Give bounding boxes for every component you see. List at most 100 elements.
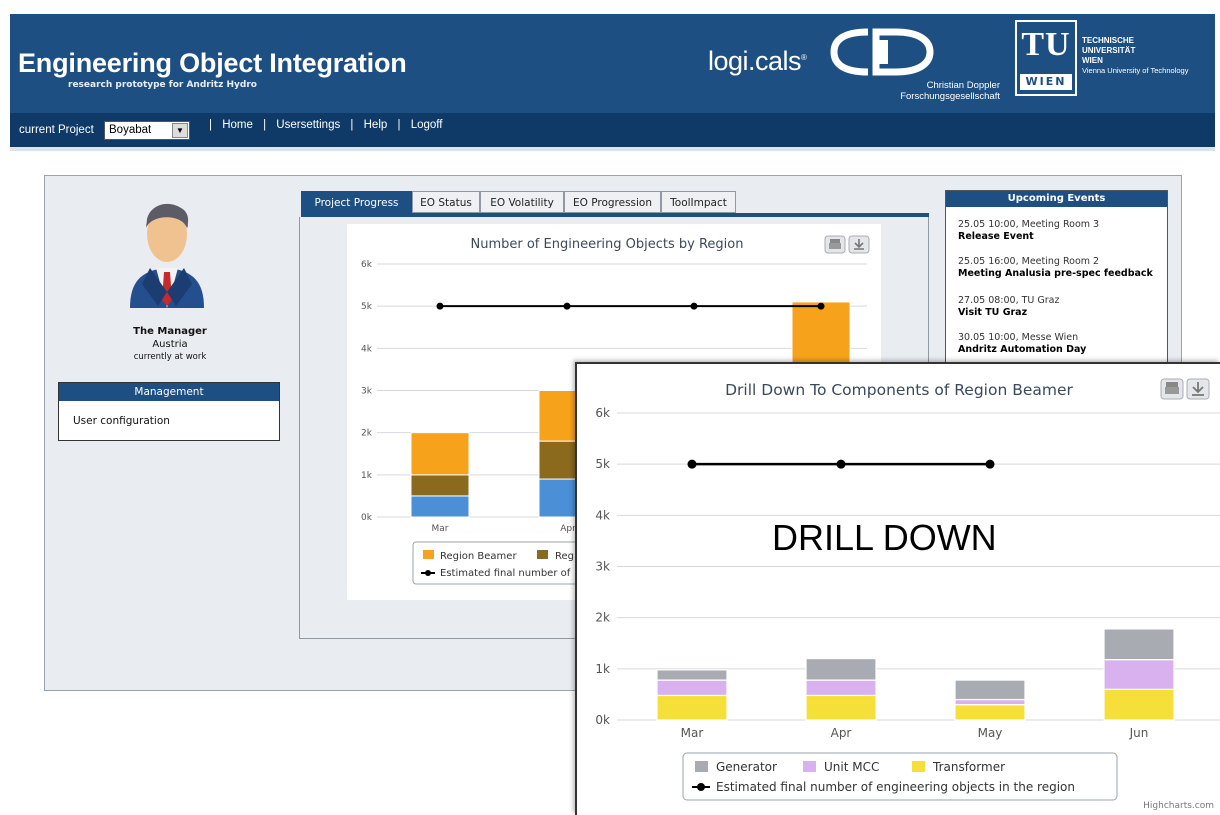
- chart-title: Drill Down To Components of Region Beame…: [725, 381, 1073, 399]
- management-panel: Management User configuration: [58, 382, 280, 441]
- y-tick-label: 1k: [595, 662, 610, 676]
- legend-swatch-unit-mcc: [803, 761, 816, 772]
- line-point[interactable]: [817, 302, 825, 310]
- cd-emblem-icon: [830, 28, 934, 76]
- download-icon[interactable]: [848, 235, 870, 254]
- event-date: 25.05 10:00, Meeting Room 3: [958, 219, 1100, 230]
- legend-label-generator: Generator: [716, 760, 777, 774]
- logicals-logo: logi.cals®: [708, 46, 807, 76]
- nav-home-link[interactable]: Home: [222, 119, 253, 131]
- nav-bar: current Project Boyabat ▼ | Home | Users…: [10, 113, 1215, 147]
- bar-segment[interactable]: [954, 704, 1026, 721]
- project-select-value: Boyabat: [109, 124, 152, 136]
- nav-logoff-link[interactable]: Logoff: [411, 119, 443, 131]
- tu-logo-letters: TU: [1021, 26, 1071, 63]
- profile-info: The Manager Austria currently at work: [60, 325, 280, 363]
- tu-wien-logo: TU WIEN: [1015, 20, 1077, 96]
- y-tick-label: 3k: [361, 387, 373, 397]
- y-tick-label: 6k: [361, 260, 373, 270]
- christian-doppler-logo: Christian Doppler Forschungsgesellschaft: [826, 26, 1006, 106]
- x-tick-label: May: [978, 726, 1003, 740]
- app-title: Engineering Object Integration: [18, 48, 407, 78]
- legend-swatch-transformer: [912, 761, 925, 772]
- tu-logo-wien: WIEN: [1020, 74, 1072, 90]
- legend-label-transformer: Transformer: [932, 760, 1005, 774]
- line-point[interactable]: [985, 459, 995, 469]
- legend-marker-line: [425, 570, 431, 576]
- legend-label-unit-mcc: Unit MCC: [824, 760, 879, 774]
- y-tick-label: 1k: [361, 471, 373, 481]
- event-date: 27.05 08:00, TU Graz: [958, 295, 1060, 306]
- tu-wien-text: TECHNISCHE UNIVERSITÄT WIEN Vienna Unive…: [1082, 36, 1189, 75]
- legend-label-region-beamer: Region Beamer: [440, 551, 517, 562]
- x-tick-label: Apr: [831, 726, 852, 740]
- user-configuration-link[interactable]: User configuration: [73, 415, 170, 427]
- line-point[interactable]: [436, 302, 444, 310]
- tab-project-progress[interactable]: Project Progress: [301, 191, 412, 213]
- event-item[interactable]: 30.05 10:00, Messe Wien Andritz Automati…: [958, 332, 1163, 356]
- y-tick-label: 0k: [361, 513, 373, 523]
- download-icon[interactable]: [1186, 378, 1210, 400]
- legend-label-reg: Reg: [555, 551, 574, 562]
- bar-segment[interactable]: [410, 474, 470, 497]
- tab-eo-progression[interactable]: EO Progression: [564, 191, 661, 213]
- event-title: Meeting Analusia pre-spec feedback: [958, 268, 1153, 279]
- bar-segment[interactable]: [1103, 628, 1175, 661]
- event-item[interactable]: 25.05 16:00, Meeting Room 2 Meeting Anal…: [958, 256, 1163, 280]
- line-point[interactable]: [687, 459, 697, 469]
- legend-label-estimated: Estimated final number of: [440, 568, 571, 579]
- avatar: [126, 188, 208, 308]
- bar-segment[interactable]: [410, 432, 470, 476]
- events-header: Upcoming Events: [946, 191, 1167, 207]
- tab-toolimpact[interactable]: ToolImpact: [661, 191, 736, 213]
- x-tick-label: Mar: [432, 524, 449, 534]
- cd-logo-text: Christian Doppler: [926, 80, 1000, 91]
- bar-segment[interactable]: [954, 698, 1026, 706]
- event-item[interactable]: 25.05 10:00, Meeting Room 3 Release Even…: [958, 219, 1163, 243]
- tab-eo-volatility[interactable]: EO Volatility: [480, 191, 564, 213]
- y-tick-label: 0k: [595, 713, 610, 727]
- y-tick-label: 2k: [361, 429, 373, 439]
- cd-logo-subtext: Forschungsgesellschaft: [900, 91, 1000, 102]
- drill-down-label: DRILL DOWN: [772, 517, 997, 558]
- bar-segment[interactable]: [1103, 659, 1175, 690]
- page-header: Engineering Object Integration research …: [10, 14, 1215, 113]
- bar-segment[interactable]: [656, 694, 728, 721]
- chevron-down-icon[interactable]: ▼: [172, 123, 188, 138]
- project-select[interactable]: Boyabat ▼: [104, 121, 190, 140]
- y-tick-label: 4k: [595, 508, 610, 522]
- bar-segment[interactable]: [656, 669, 728, 681]
- app-window: Engineering Object Integration research …: [0, 0, 1220, 815]
- print-icon[interactable]: [1160, 378, 1184, 400]
- legend-swatch-region-beamer: [423, 550, 434, 559]
- project-label: current Project: [19, 124, 94, 136]
- x-tick-label: Mar: [681, 726, 704, 740]
- event-title: Andritz Automation Day: [958, 344, 1087, 355]
- drilldown-chart: Drill Down To Components of Region Beame…: [595, 378, 1220, 801]
- y-tick-label: 5k: [595, 457, 610, 471]
- highcharts-credit[interactable]: Highcharts.com: [1143, 801, 1214, 811]
- line-point[interactable]: [836, 459, 846, 469]
- bar-segment[interactable]: [805, 694, 877, 721]
- bar-segment[interactable]: [1103, 688, 1175, 721]
- bar-segment[interactable]: [954, 679, 1026, 701]
- print-icon[interactable]: [824, 235, 846, 254]
- nav-usersettings-link[interactable]: Usersettings: [276, 119, 340, 131]
- event-item[interactable]: 27.05 08:00, TU Graz Visit TU Graz: [958, 295, 1163, 319]
- bar-segment[interactable]: [656, 679, 728, 697]
- y-tick-label: 5k: [361, 302, 373, 312]
- upcoming-events-panel: Upcoming Events 25.05 10:00, Meeting Roo…: [945, 190, 1168, 367]
- bar-segment[interactable]: [805, 679, 877, 697]
- tab-eo-status[interactable]: EO Status: [412, 191, 480, 213]
- profile-country: Austria: [152, 339, 188, 350]
- nav-help-link[interactable]: Help: [364, 119, 388, 131]
- line-point[interactable]: [690, 302, 698, 310]
- chart-title: Number of Engineering Objects by Region: [471, 237, 744, 252]
- legend-label-estimated: Estimated final number of engineering ob…: [716, 780, 1075, 794]
- event-date: 25.05 16:00, Meeting Room 2: [958, 256, 1100, 267]
- line-point[interactable]: [563, 302, 571, 310]
- legend-marker-line: [697, 783, 705, 791]
- bar-segment[interactable]: [805, 658, 877, 681]
- bar-segment[interactable]: [410, 495, 470, 518]
- legend-swatch-reg: [537, 550, 548, 559]
